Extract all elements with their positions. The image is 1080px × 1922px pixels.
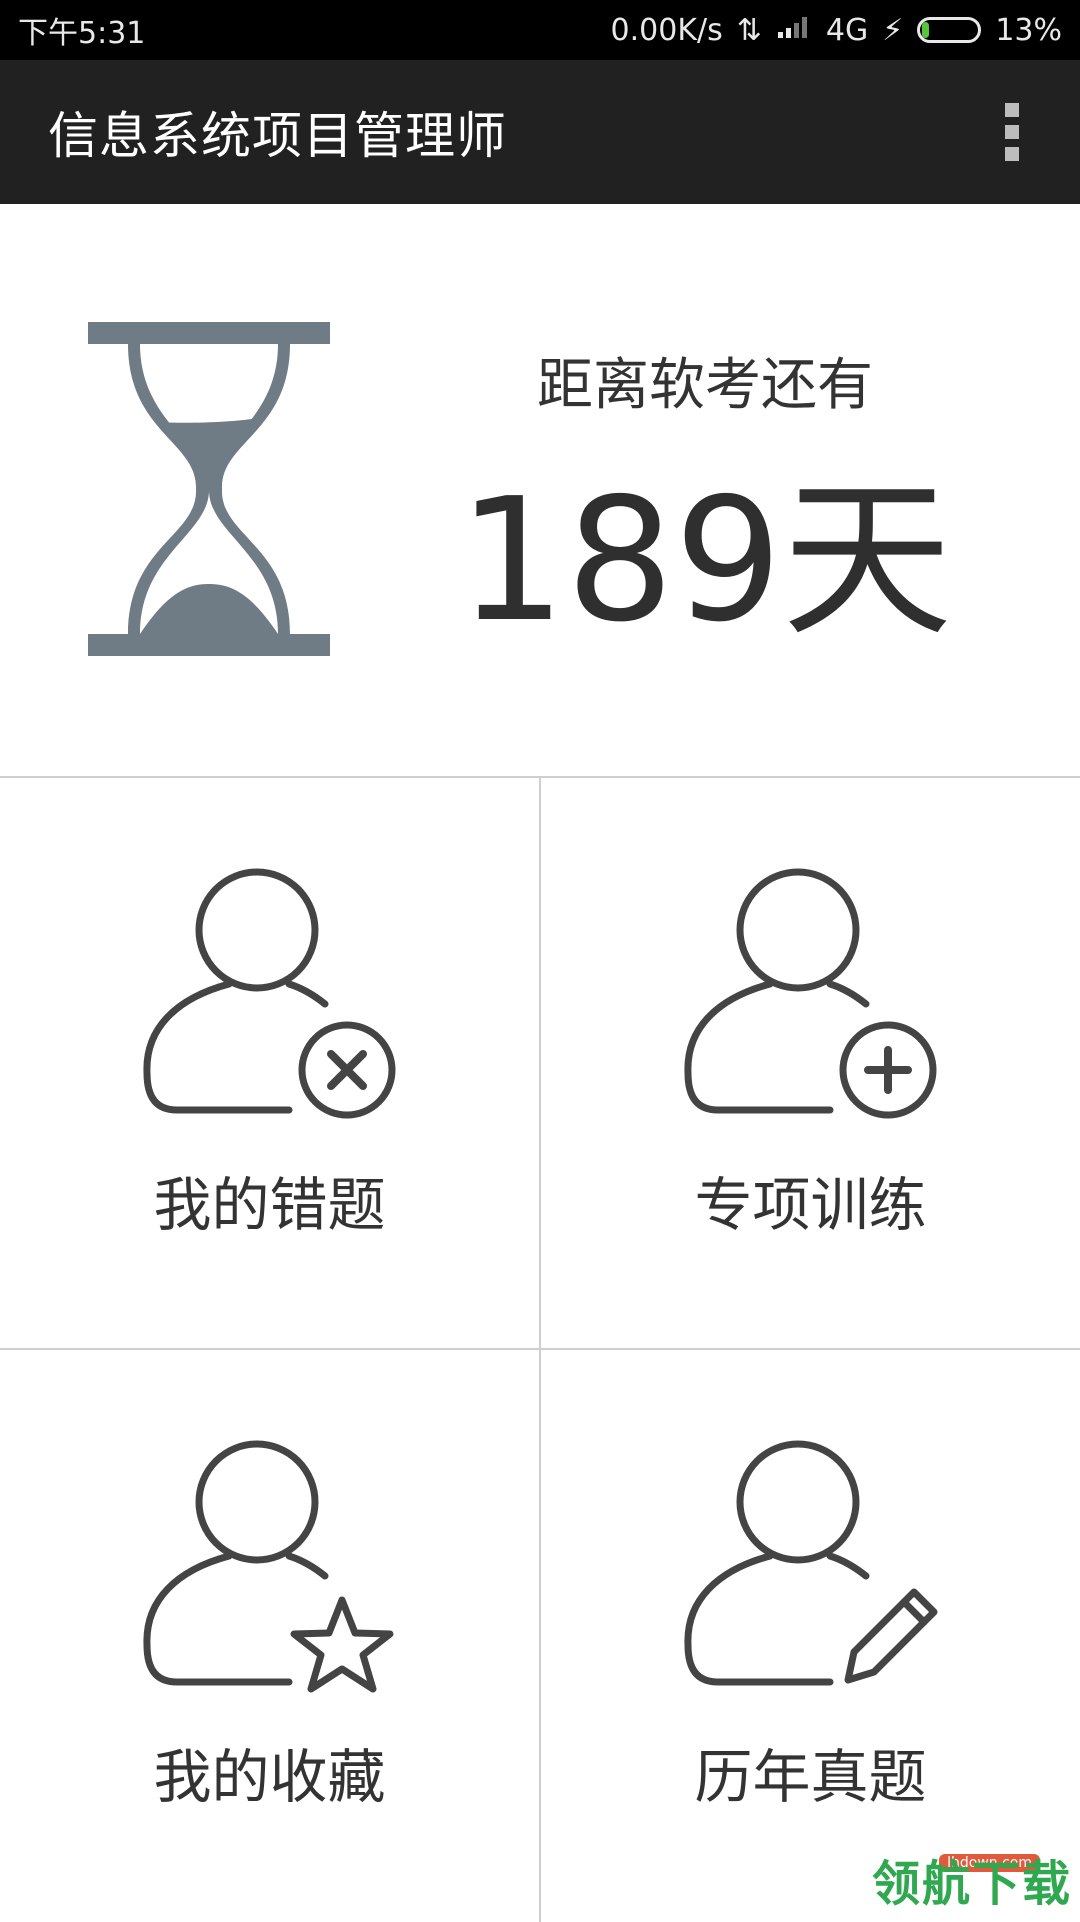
network-type: 4G [826,13,868,48]
user-add-icon [678,858,948,1128]
battery-level [922,22,929,38]
tile-label: 我的收藏 [0,1730,539,1814]
special-training-tile[interactable]: 专项训练 [541,778,1080,1348]
tile-label: 我的错题 [0,1158,539,1242]
battery-icon [917,17,981,43]
battery-percent: 13% [995,13,1062,48]
signal-icon [776,13,812,48]
favorites-tile[interactable]: 我的收藏 [0,1350,539,1920]
feature-grid: 我的错题 专项训练 我的收藏 [0,776,1080,1922]
countdown-value: 189天 [450,464,960,660]
user-star-icon [137,1430,407,1700]
data-transfer-icon: ⇅ [737,13,762,48]
grid-horizontal-divider [0,1348,1080,1350]
countdown-label: 距离软考还有 [470,340,940,421]
status-indicators: 0.00K/s ⇅ 4G ⚡ 13% [611,13,1062,48]
past-exams-tile[interactable]: 历年真题 [541,1350,1080,1920]
app-bar: 信息系统项目管理师 [0,60,1080,204]
charging-icon: ⚡ [882,13,903,48]
status-bar: 下午5:31 0.00K/s ⇅ 4G ⚡ 13% [0,0,1080,60]
status-time: 下午5:31 [18,8,145,52]
tile-label: 历年真题 [541,1730,1080,1814]
exam-countdown-card: 距离软考还有 189天 [0,204,1080,776]
tile-label: 专项训练 [541,1158,1080,1242]
user-remove-icon [137,858,407,1128]
overflow-menu-icon[interactable] [984,92,1040,172]
wrong-questions-tile[interactable]: 我的错题 [0,778,539,1348]
user-edit-icon [678,1430,948,1700]
grid-vertical-divider [539,778,541,1922]
hourglass-icon [88,322,330,656]
network-speed: 0.00K/s [611,13,723,48]
watermark-logo: 领航下载 [872,1844,1072,1914]
app-title: 信息系统项目管理师 [48,96,507,168]
